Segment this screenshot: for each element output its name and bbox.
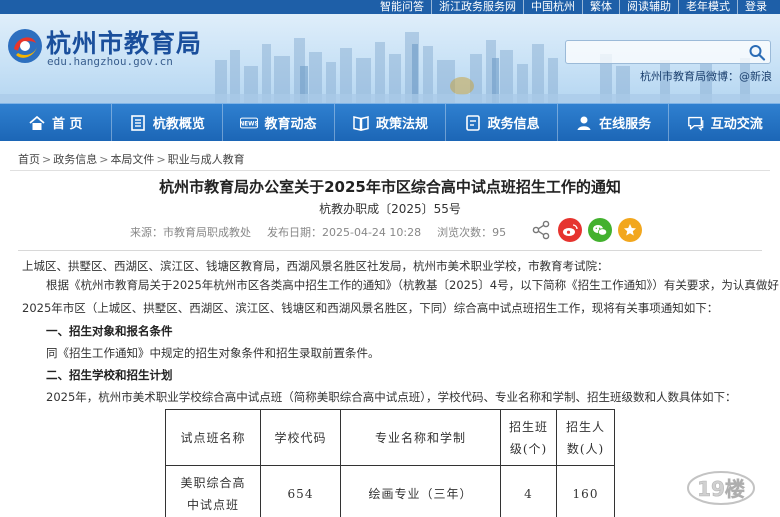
paragraph-1-line-2: 2025年市区（上城区、拱墅区、西湖区、滨江区、钱塘区和西湖风景名胜区，下同）综…: [22, 301, 719, 315]
paragraph-1-line-1: 根据《杭州市教育局关于2025年杭州市区各类高中招生工作的通知》（杭教基〔202…: [46, 278, 779, 292]
breadcrumb-separator: >: [99, 153, 109, 166]
article-source: 来源：市教育局职成教处: [130, 226, 251, 239]
nav-item-label: 杭教概览: [152, 117, 205, 132]
nav-item-policy[interactable]: 政策法规: [335, 104, 447, 141]
paragraph-3: 2025年，杭州市美术职业学校综合高中试点班（简称美职综合高中试点班），学校代码…: [46, 390, 737, 404]
breadcrumb-separator: >: [42, 153, 52, 166]
breadcrumb-separator: >: [156, 153, 166, 166]
nav-item-overview[interactable]: 杭教概览: [112, 104, 224, 141]
section-heading-1: 一、招生对象和报名条件: [46, 324, 173, 338]
util-link-china-hangzhou[interactable]: 中国杭州: [523, 0, 582, 14]
site-watermark-logo: 19楼: [687, 471, 755, 505]
article-title: 杭州市教育局办公室关于2025年市区综合高中试点班招生工作的通知: [159, 178, 621, 196]
table-row: 美职综合高 中试点班 654 绘画专业（三年） 4 160: [165, 465, 615, 517]
nav-item-gov-info[interactable]: 政务信息: [446, 104, 558, 141]
table-header: 招生人 数(人): [556, 409, 615, 466]
home-icon: [28, 114, 46, 132]
table-cell: 4: [500, 465, 557, 517]
weibo-link[interactable]: 杭州市教育局微博：@新浪: [640, 68, 772, 84]
watermark-text: 19楼: [697, 477, 745, 501]
breadcrumb: 首页 > 政务信息 > 本局文件 > 职业与成人教育: [18, 151, 245, 167]
document-list-icon: [129, 114, 147, 132]
article-meta: 来源：市教育局职成教处 发布日期：2025-04-24 10:28 浏览次数：9…: [130, 221, 506, 243]
article-views: 浏览次数：95: [437, 226, 507, 239]
article-publish-date: 发布日期：2025-04-24 10:28: [267, 226, 422, 239]
nav-item-news[interactable]: NEWS 教育动态: [223, 104, 335, 141]
nav-item-online-service[interactable]: 在线服务: [558, 104, 670, 141]
site-header: 杭州市教育局 edu.hangzhou.gov.cn 杭州市教育局微博：@新浪: [0, 14, 780, 103]
paragraph-2: 同《招生工作通知》中规定的招生对象条件和招生录取前置条件。: [46, 346, 380, 360]
util-link-qa[interactable]: 智能问答: [373, 0, 431, 14]
document-number: 杭教办职成〔2025〕55号: [319, 202, 461, 216]
breadcrumb-vocational[interactable]: 职业与成人教育: [168, 153, 245, 166]
book-icon: [352, 114, 370, 132]
table-header: 学校代码: [260, 409, 341, 466]
education-bureau-logo-icon: [8, 29, 42, 63]
share-bar: [530, 218, 642, 242]
breadcrumb-home[interactable]: 首页: [18, 153, 40, 166]
table-header: 试点班名称: [165, 409, 261, 466]
weibo-icon[interactable]: [558, 218, 582, 242]
breadcrumb-bureau-docs[interactable]: 本局文件: [110, 153, 154, 166]
table-header-row: 试点班名称 学校代码 专业名称和学制 招生班 级(个) 招生人 数(人): [165, 409, 615, 466]
utility-links: 智能问答 浙江政务服务网 中国杭州 繁体 阅读辅助 老年模式 登录: [373, 0, 774, 14]
chat-icon: [687, 114, 705, 132]
enrollment-table: 试点班名称 学校代码 专业名称和学制 招生班 级(个) 招生人 数(人) 美职综…: [165, 409, 615, 517]
section-heading-2: 二、招生学校和招生计划: [46, 368, 173, 382]
nav-item-home[interactable]: 首 页: [0, 104, 112, 141]
recipients-line: 上城区、拱墅区、西湖区、滨江区、钱塘区教育局，西湖风景名胜区社发局，杭州市美术职…: [22, 259, 609, 273]
search-box: [565, 40, 771, 64]
table-cell: 绘画专业（三年）: [340, 465, 501, 517]
table-cell: 654: [260, 465, 341, 517]
util-link-reading-aid[interactable]: 阅读辅助: [619, 0, 678, 14]
table-cell: 160: [556, 465, 615, 517]
nav-item-label: 政策法规: [376, 117, 429, 132]
svg-text:NEWS: NEWS: [240, 121, 258, 127]
util-link-elder-mode[interactable]: 老年模式: [678, 0, 737, 14]
favorite-star-icon[interactable]: [618, 218, 642, 242]
table-cell: 美职综合高 中试点班: [165, 465, 261, 517]
breadcrumb-gov-info[interactable]: 政务信息: [53, 153, 97, 166]
info-doc-icon: [464, 114, 482, 132]
nav-item-label: 首 页: [52, 117, 83, 132]
nav-item-interaction[interactable]: 互动交流: [669, 104, 780, 141]
table-header: 招生班 级(个): [500, 409, 557, 466]
nav-item-label: 教育动态: [264, 117, 317, 132]
search-input[interactable]: [570, 44, 740, 60]
nav-item-label: 互动交流: [710, 117, 763, 132]
breadcrumb-divider: [10, 170, 770, 171]
main-nav: 首 页 杭教概览 NEWS 教育动态 政策法规 政务信息 在线服务 互动交流: [0, 103, 780, 141]
table-header: 专业名称和学制: [340, 409, 501, 466]
nav-item-label: 政务信息: [487, 117, 540, 132]
share-icon[interactable]: [530, 219, 552, 241]
nav-item-label: 在线服务: [599, 117, 652, 132]
person-icon: [575, 114, 593, 132]
site-domain: edu.hangzhou.gov.cn: [47, 55, 173, 68]
util-link-zhejiang-service[interactable]: 浙江政务服务网: [431, 0, 523, 14]
meta-divider: [18, 250, 762, 251]
search-icon[interactable]: [748, 44, 766, 61]
util-link-login[interactable]: 登录: [737, 0, 774, 14]
utility-bar: 智能问答 浙江政务服务网 中国杭州 繁体 阅读辅助 老年模式 登录: [0, 0, 780, 14]
news-icon: NEWS: [240, 114, 259, 132]
util-link-traditional[interactable]: 繁体: [582, 0, 619, 14]
wechat-icon[interactable]: [588, 218, 612, 242]
